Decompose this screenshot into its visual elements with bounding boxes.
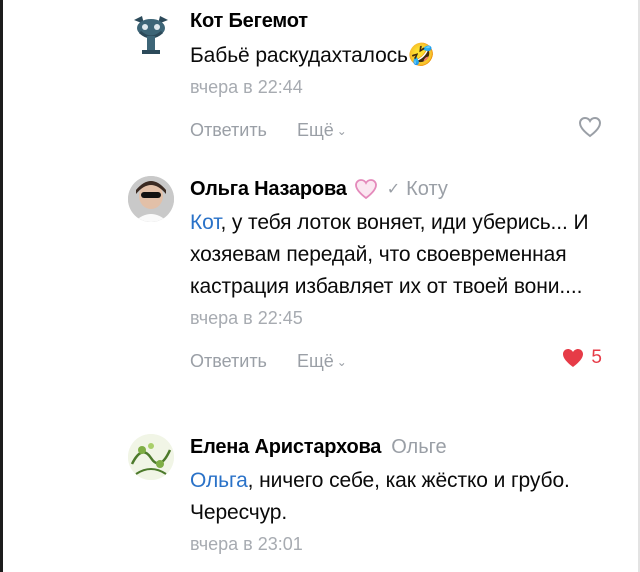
mention-link[interactable]: Кот <box>190 211 221 234</box>
author-row: Елена Аристархова Ольге <box>190 432 610 462</box>
comment-text-content: Бабьё раскудахталось <box>190 44 408 67</box>
comment-time[interactable]: вчера в 22:45 <box>190 308 610 329</box>
user-photo-icon <box>128 176 174 222</box>
like-button[interactable]: 5 <box>561 347 602 369</box>
more-label: Ещё <box>296 120 334 140</box>
comment-actions: Ответить Ещё ⌄ <box>190 116 610 141</box>
comment-time[interactable]: вчера в 22:44 <box>190 77 610 98</box>
more-button[interactable]: Ещё ⌄ <box>297 351 347 372</box>
avatar[interactable] <box>128 434 174 480</box>
mention-link[interactable]: Ольга <box>190 469 248 492</box>
reply-button[interactable]: Ответить <box>190 120 267 141</box>
chevron-down-icon: ⌄ <box>336 354 347 369</box>
author-name[interactable]: Ольга Назарова <box>190 178 347 201</box>
author-row: Ольга Назарова ✓ Коту <box>190 174 610 204</box>
rofl-emoji-icon: 🤣 <box>407 42 436 67</box>
reply-arrow-icon: ✓ <box>386 181 401 198</box>
floral-avatar-icon <box>128 434 174 480</box>
reply-to-user[interactable]: Коту <box>406 178 448 201</box>
author-row: Кот Бегемот <box>190 6 610 36</box>
more-button[interactable]: Ещё ⌄ <box>297 120 347 141</box>
left-edge <box>0 0 3 572</box>
avatar[interactable] <box>128 176 174 222</box>
comment-body: Елена Аристархова Ольге Ольга, ничего се… <box>190 432 610 555</box>
comment-actions: Ответить Ещё ⌄ 5 <box>190 347 610 372</box>
like-button[interactable] <box>578 116 602 138</box>
comment-text-content: , ничего себе, как жёстко и грубо. Черес… <box>190 469 570 524</box>
heart-filled-icon <box>563 349 584 367</box>
like-count: 5 <box>591 347 602 368</box>
cat-avatar-icon <box>134 16 168 54</box>
chevron-down-icon: ⌄ <box>336 123 347 138</box>
comment-body: Ольга Назарова ✓ Коту Кот, у тебя лоток … <box>190 174 610 372</box>
author-name[interactable]: Елена Аристархова <box>190 436 381 459</box>
reply-to-user[interactable]: Ольге <box>391 436 446 459</box>
heart-outline-icon <box>578 116 602 138</box>
comment-time[interactable]: вчера в 23:01 <box>190 534 610 555</box>
comment-text: Ольга, ничего себе, как жёстко и грубо. … <box>190 465 610 529</box>
comment-body: Кот Бегемот Бабьё раскудахталось🤣 вчера … <box>190 6 610 141</box>
comment-text-content: , у тебя лоток воняет, иди уберись... И … <box>190 211 589 298</box>
reply-button[interactable]: Ответить <box>190 351 267 372</box>
author-name[interactable]: Кот Бегемот <box>190 10 308 33</box>
heart-sticker-icon <box>354 179 377 200</box>
comment-text: Кот, у тебя лоток воняет, иди уберись...… <box>190 207 610 303</box>
avatar[interactable] <box>128 12 174 58</box>
comment-text: Бабьё раскудахталось🤣 <box>190 39 610 72</box>
more-label: Ещё <box>296 351 334 371</box>
